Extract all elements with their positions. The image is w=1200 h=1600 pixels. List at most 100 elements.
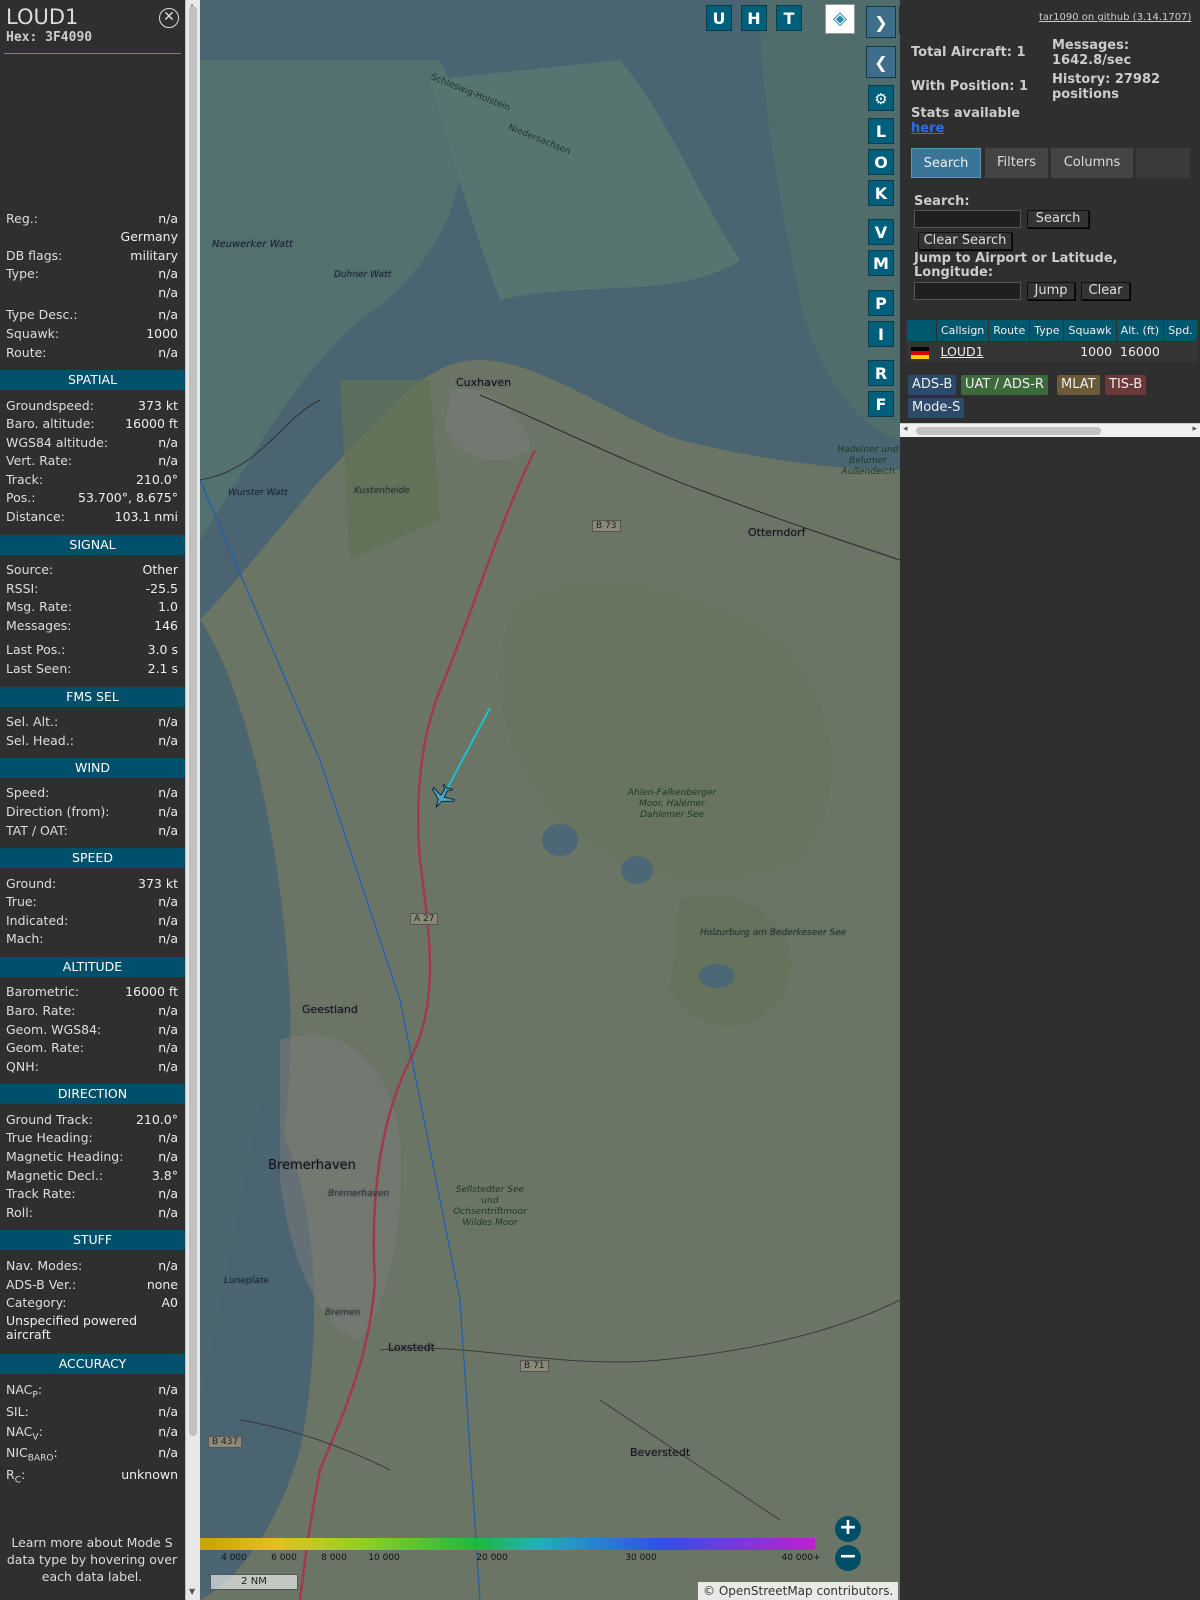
map-button-o[interactable]: O — [868, 149, 894, 175]
map-label: Sellstedter See und Ochsentriftmoor Wild… — [453, 1185, 527, 1228]
section-header-spatial: SPATIAL — [0, 370, 185, 390]
detail-row: Reg.: n/a — [6, 211, 178, 226]
detail-row: Mach: n/a — [6, 931, 178, 946]
table-scrollbar[interactable]: ◂ ▸ — [900, 423, 1200, 437]
detail-value: 3.0 s — [147, 642, 178, 657]
map-label: Bremerhaven — [268, 1158, 356, 1173]
layers-icon[interactable]: ◈ — [825, 4, 855, 34]
map-label: Neuwerker Watt — [212, 239, 293, 250]
section-header-wind: WIND — [0, 758, 185, 778]
map-button-i[interactable]: I — [868, 321, 894, 347]
detail-row: Roll: n/a — [6, 1205, 178, 1220]
detail-label: NICBARO: — [6, 1445, 58, 1464]
tab-filters[interactable]: Filters — [985, 148, 1048, 178]
map-button-t[interactable]: T — [776, 5, 802, 31]
map-button-u[interactable]: U — [706, 5, 732, 31]
column-header-1[interactable]: Route — [988, 319, 1031, 342]
close-icon[interactable]: ✕ — [159, 8, 179, 28]
column-header-3[interactable]: Squawk — [1063, 319, 1117, 342]
legend-badge: TIS-B — [1105, 375, 1147, 395]
color-scale-label: 6 000 — [271, 1553, 297, 1563]
column-header-0[interactable]: Callsign — [935, 319, 990, 342]
detail-label-text: Msg. Rate: — [6, 599, 73, 614]
detail-label: WGS84 altitude: — [6, 435, 108, 450]
map-label: Bremerhaven — [328, 1189, 390, 1199]
detail-label-text: RSSI: — [6, 581, 39, 596]
detail-label: Nav. Modes: — [6, 1258, 82, 1273]
map-button-h[interactable]: H — [741, 5, 767, 31]
map[interactable]: Cuxhaven Otterndorf Geestland Bremerhaven Lo… — [200, 0, 900, 1600]
clear-search-button[interactable]: Clear Search — [918, 232, 1012, 250]
legend-badge: UAT / ADS-R — [961, 375, 1048, 395]
road-label: B 73 — [592, 520, 621, 532]
gear-icon[interactable]: ⚙ — [868, 85, 894, 111]
github-link[interactable]: tar1090 on github (3.14.1707) — [1039, 12, 1191, 23]
tab-columns[interactable]: Columns — [1051, 148, 1133, 178]
map-label: Duhner Watt — [334, 270, 392, 280]
detail-value: n/a — [158, 307, 178, 322]
column-header-4[interactable]: Alt. (ft) — [1115, 319, 1165, 342]
cell-callsign[interactable]: LOUD1 — [936, 341, 989, 362]
map-button-v[interactable]: V — [868, 219, 894, 245]
jump-label: Jump to Airport or Latitude, Longitude: — [914, 251, 1118, 280]
detail-label: Route: — [6, 345, 47, 360]
messages-rate: Messages: 1642.8/sec — [1052, 38, 1132, 68]
detail-value: n/a — [158, 1205, 178, 1220]
detail-value: military — [130, 248, 178, 263]
map-button-l[interactable]: L — [868, 118, 894, 144]
map-button-p[interactable]: P — [868, 290, 894, 316]
detail-value: n/a — [158, 714, 178, 729]
map-label: Wurster Watt — [228, 488, 288, 498]
detail-value: Germany — [120, 229, 178, 244]
learn-more-text: Learn more about Mode S data type by hov… — [6, 1535, 178, 1584]
stats-text: Stats available — [911, 106, 1021, 121]
cell-squawk: 1000 — [1063, 341, 1117, 362]
detail-value: n/a — [158, 1040, 178, 1055]
detail-row: Geom. Rate: n/a — [6, 1040, 178, 1055]
cell-alt: 16000 — [1116, 341, 1164, 362]
tab-spacer — [1136, 148, 1190, 178]
detail-label: TAT / OAT: — [6, 823, 68, 838]
jump-input[interactable] — [914, 282, 1021, 300]
expand-sidebar-button[interactable]: ❮ — [866, 46, 896, 78]
detail-value: n/a — [158, 1424, 178, 1439]
detail-label-text: True Heading: — [6, 1130, 93, 1145]
search-input[interactable] — [914, 210, 1021, 228]
detail-label: Reg.: — [6, 211, 38, 226]
map-button-f[interactable]: F — [868, 391, 894, 417]
tab-search[interactable]: Search — [911, 148, 981, 178]
column-header-2[interactable]: Type — [1029, 319, 1065, 342]
detail-value: n/a — [158, 804, 178, 819]
cell-spd — [1163, 341, 1198, 362]
detail-value: n/a — [158, 1258, 178, 1273]
detail-label-text: Category: — [6, 1295, 67, 1310]
detail-value: 2.1 s — [147, 661, 178, 676]
detail-value: 210.0° — [135, 472, 178, 487]
section-header-direction: DIRECTION — [0, 1084, 185, 1104]
map-label: Kustenheide — [354, 486, 410, 496]
with-position: With Position: 1 — [911, 79, 1029, 94]
jump-button[interactable]: Jump — [1027, 282, 1075, 300]
column-header-5[interactable]: Spd. — [1163, 319, 1198, 342]
section-header-stuff: STUFF — [0, 1230, 185, 1250]
zoom-out-button[interactable]: − — [835, 1545, 861, 1571]
detail-label: QNH: — [6, 1059, 39, 1074]
map-button-r[interactable]: R — [868, 360, 894, 386]
detail-value: 210.0° — [135, 1112, 178, 1127]
history-count: History: 27982 positions — [1052, 72, 1161, 102]
collapse-sidebar-button[interactable]: ❯ — [866, 6, 896, 38]
table-row[interactable]: LOUD1 1000 16000 — [906, 341, 1198, 362]
zoom-in-button[interactable]: + — [835, 1516, 861, 1542]
color-scale-label: 4 000 — [221, 1553, 247, 1563]
details-scrollbar[interactable]: ▲▼ — [185, 0, 200, 1600]
search-button[interactable]: Search — [1027, 210, 1089, 228]
map-button-m[interactable]: M — [868, 250, 894, 276]
map-button-k[interactable]: K — [868, 180, 894, 206]
map-canvas[interactable] — [200, 0, 900, 1600]
clear-button[interactable]: Clear — [1081, 282, 1130, 300]
map-attribution[interactable]: © OpenStreetMap contributors. — [698, 1582, 898, 1600]
detail-label-text: Magnetic Decl.: — [6, 1168, 104, 1183]
cell-type — [1029, 341, 1064, 362]
stats-link[interactable]: here — [911, 121, 944, 136]
germany-flag-icon — [910, 346, 929, 359]
